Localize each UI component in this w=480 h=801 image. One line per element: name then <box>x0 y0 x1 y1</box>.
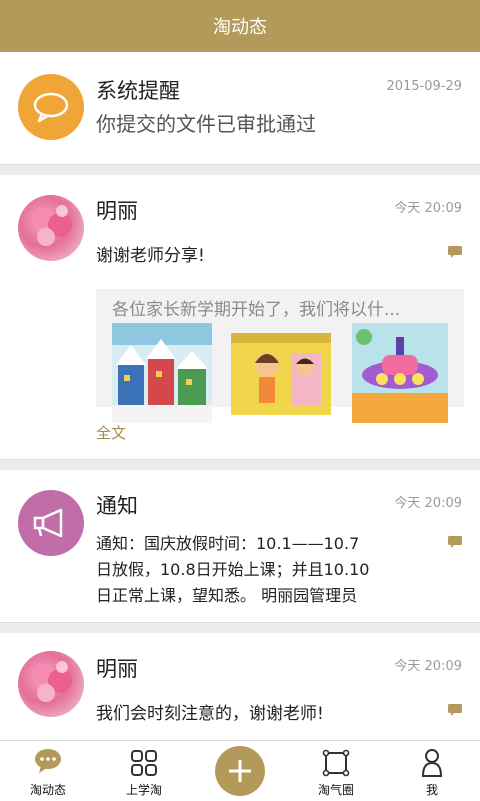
speech-bubble-icon <box>18 74 84 140</box>
preview-image[interactable] <box>112 323 212 423</box>
notice-line: 日放假，10.8日开始上课；并且10.10 <box>96 560 370 579</box>
feed-item-name: 通知 <box>96 494 138 518</box>
tab-label: 我 <box>425 783 438 797</box>
feed-item-time: 今天 20:09 <box>394 496 462 511</box>
feed-item-post[interactable]: 明丽 今天 20:09 我们会时刻注意的，谢谢老师! <box>0 633 480 740</box>
person-icon <box>421 749 443 777</box>
tab-taoqiquan[interactable]: 淘气圈 <box>288 741 384 801</box>
tab-label: 淘动态 <box>29 783 66 797</box>
feed-item-name: 系统提醒 <box>96 79 180 103</box>
avatar[interactable] <box>18 651 84 717</box>
notice-line: 日正常上课，望知悉。 明丽园管理员 <box>96 586 358 605</box>
megaphone-icon <box>18 490 84 556</box>
tab-dongtai[interactable]: 淘动态 <box>0 741 96 801</box>
preview-image[interactable] <box>352 323 448 423</box>
tab-me[interactable]: 我 <box>384 741 480 801</box>
app-header: 淘动态 <box>0 0 480 52</box>
feed-list[interactable]: 系统提醒 2015-09-29 你提交的文件已审批通过 明丽 今天 20:09 … <box>0 52 480 740</box>
frame-icon <box>322 749 350 777</box>
feed-item-text: 谢谢老师分享! <box>96 246 205 266</box>
feed-item-name: 明丽 <box>96 199 138 223</box>
feed-item-text: 我们会时刻注意的，谢谢老师! <box>96 704 324 724</box>
chat-bubble-icon <box>35 749 61 773</box>
feed-item-text: 你提交的文件已审批通过 <box>96 112 316 136</box>
feed-item-time: 今天 20:09 <box>394 201 462 216</box>
tab-label: 上学淘 <box>125 783 162 797</box>
divider <box>0 165 480 175</box>
feed-item-name: 明丽 <box>96 657 138 681</box>
comment-icon[interactable] <box>448 246 462 258</box>
plus-icon <box>215 746 265 796</box>
read-full-link[interactable]: 全文 <box>96 422 126 443</box>
tab-add[interactable] <box>192 741 288 801</box>
feed-item-time: 今天 20:09 <box>394 659 462 674</box>
feed-item-time: 2015-09-29 <box>386 79 462 94</box>
comment-icon[interactable] <box>448 704 462 716</box>
divider <box>0 623 480 633</box>
feed-item-system[interactable]: 系统提醒 2015-09-29 你提交的文件已审批通过 <box>0 52 480 165</box>
page-title: 淘动态 <box>213 17 267 38</box>
comment-icon[interactable] <box>448 536 462 548</box>
divider <box>0 460 480 470</box>
notice-line: 通知：国庆放假时间：10.1——10.7 <box>96 534 360 553</box>
shared-post-preview[interactable]: 各位家长新学期开始了，我们将以什... <box>96 289 464 423</box>
tab-label: 淘气圈 <box>317 783 354 797</box>
preview-image[interactable] <box>231 333 331 415</box>
tab-shangxuetao[interactable]: 上学淘 <box>96 741 192 801</box>
feed-item-notice[interactable]: 通知 今天 20:09 通知：国庆放假时间：10.1——10.7 日放假，10.… <box>0 470 480 623</box>
feed-item-post[interactable]: 明丽 今天 20:09 谢谢老师分享! 各位家长新学期开始了，我们将以什... <box>0 175 480 460</box>
grid-icon <box>131 750 157 776</box>
avatar[interactable] <box>18 195 84 261</box>
bottom-tab-bar: 淘动态 上学淘 淘气圈 我 <box>0 740 480 801</box>
preview-text: 各位家长新学期开始了，我们将以什... <box>112 300 401 320</box>
